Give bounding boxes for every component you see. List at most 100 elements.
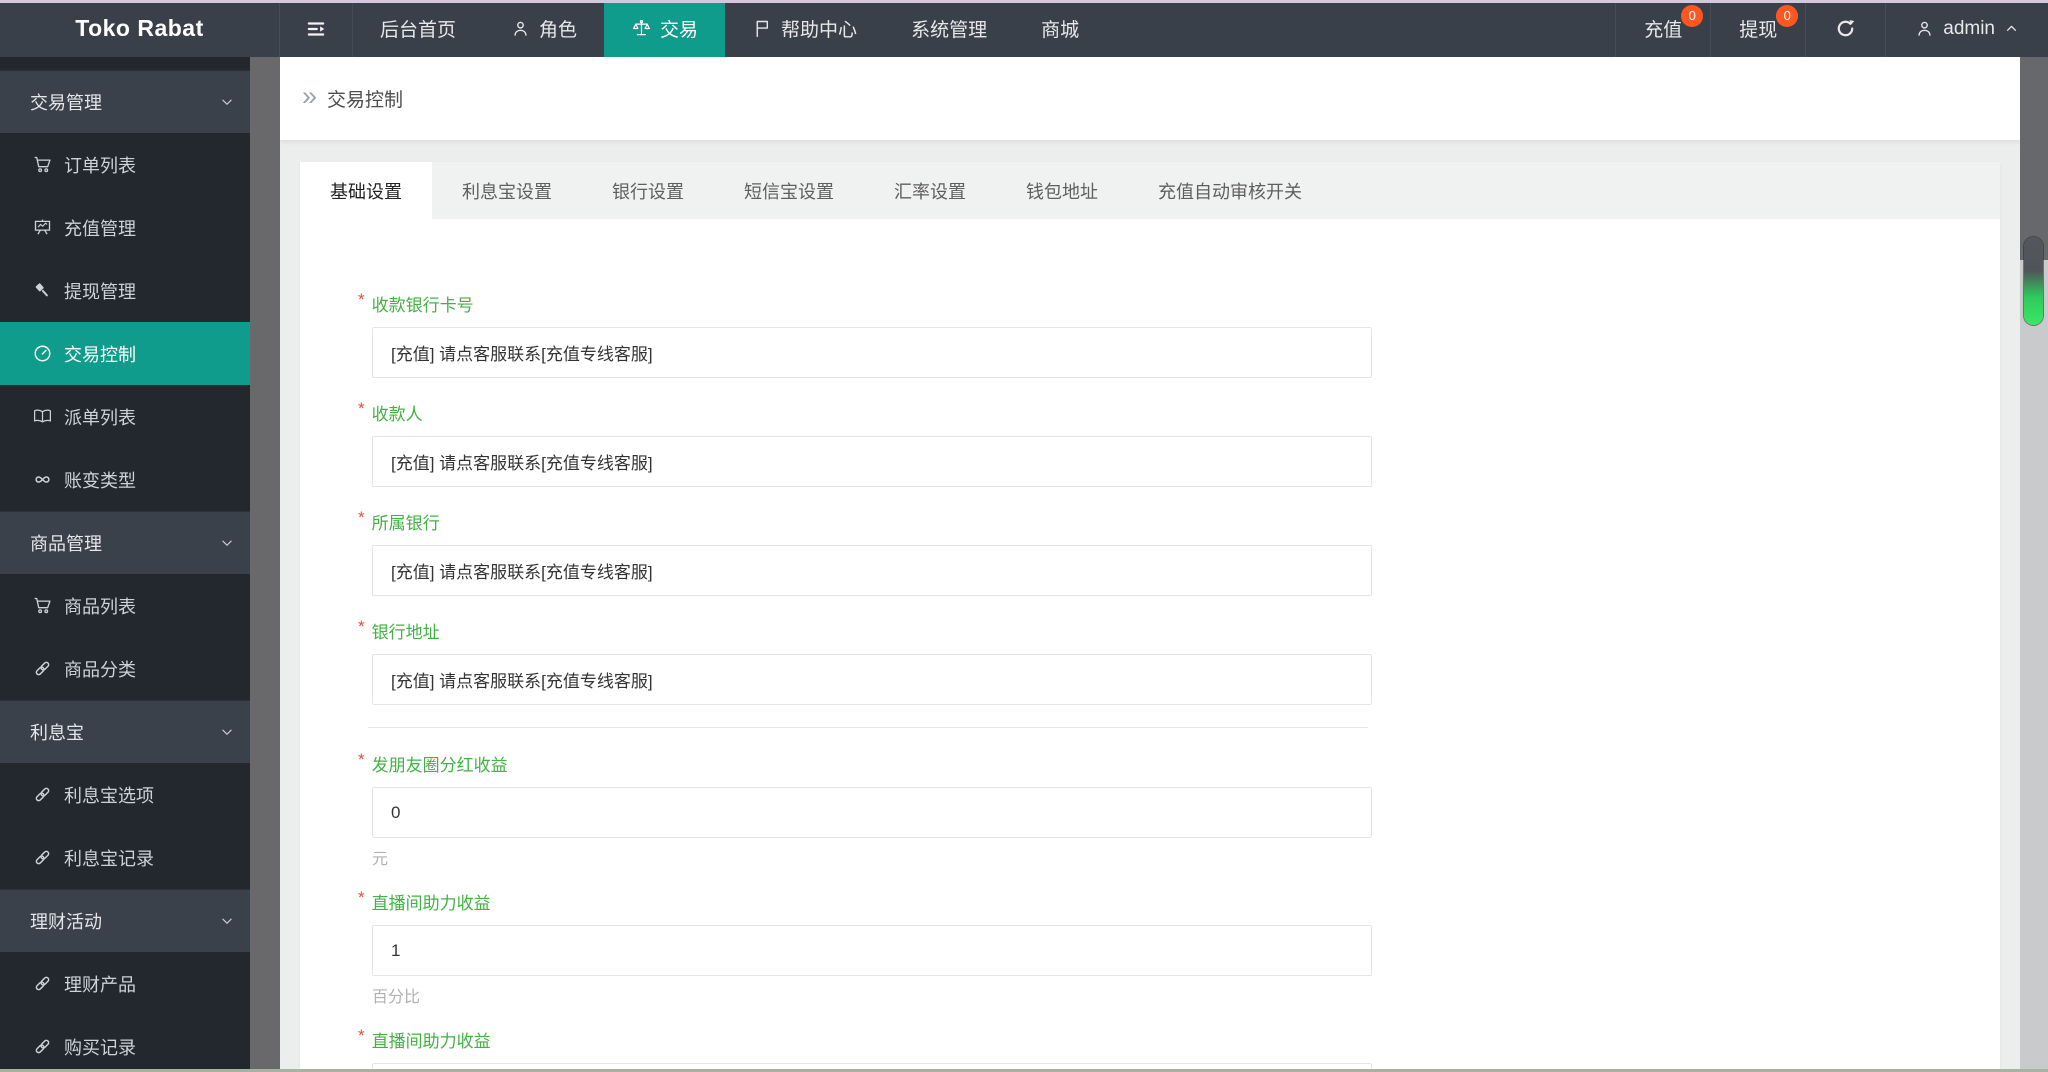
required-asterisk: * bbox=[358, 399, 365, 418]
sidebar-item-label: 订单列表 bbox=[64, 155, 136, 176]
user-icon bbox=[514, 21, 527, 36]
nav-item-roles[interactable]: 角色 bbox=[483, 0, 604, 57]
form-field-bank-address: * 银行地址 bbox=[358, 617, 2000, 705]
sidebar-item-label: 购买记录 bbox=[64, 1037, 136, 1058]
top-navbar: Toko Rabat 后台首页 角色 交易 帮助中心 系统管理 商城 充值 0 … bbox=[0, 0, 2048, 57]
sidebar-group-finance-activity[interactable]: 理财活动 bbox=[0, 889, 250, 952]
form-field-moments-dividend: * 发朋友圈分红收益 元 bbox=[358, 750, 2000, 868]
window-top-edge bbox=[0, 0, 2048, 3]
settings-tabbar: 基础设置 利息宝设置 银行设置 短信宝设置 汇率设置 钱包地址 充值自动审核开关 bbox=[300, 162, 2000, 219]
recharge-button[interactable]: 充值 0 bbox=[1615, 0, 1710, 57]
sidebar-group-label: 理财活动 bbox=[30, 912, 102, 932]
required-asterisk: * bbox=[358, 888, 365, 907]
cart-icon bbox=[34, 156, 51, 173]
field-label: * 收款人 bbox=[358, 399, 423, 424]
breadcrumb: 交易控制 bbox=[327, 90, 404, 111]
sidebar-item-recharge-manage[interactable]: 充值管理 bbox=[0, 196, 250, 259]
trade-control-card: 基础设置 利息宝设置 银行设置 短信宝设置 汇率设置 钱包地址 充值自动审核开关… bbox=[300, 162, 2000, 1072]
tab-exchange-rate-settings[interactable]: 汇率设置 bbox=[864, 162, 996, 219]
field-label: * 发朋友圈分红收益 bbox=[358, 750, 508, 775]
sidebar-scrollbar[interactable] bbox=[250, 57, 280, 1072]
sidebar-item-label: 账变类型 bbox=[64, 470, 136, 491]
withdraw-badge: 0 bbox=[1776, 5, 1799, 27]
bank-card-number-input[interactable] bbox=[372, 327, 1372, 378]
chevron-down-icon bbox=[222, 540, 232, 546]
flag-icon bbox=[756, 20, 769, 38]
payee-input[interactable] bbox=[372, 436, 1372, 487]
gauge-icon bbox=[34, 345, 51, 362]
sidebar-item-label: 商品列表 bbox=[64, 596, 136, 617]
form-field-live-boost-income-2: * 直播间助力收益 bbox=[358, 1026, 2000, 1072]
sidebar-item-finance-products[interactable]: 理财产品 bbox=[0, 952, 250, 1015]
moments-dividend-input[interactable] bbox=[372, 787, 1372, 838]
sidebar-item-dispatch-list[interactable]: 派单列表 bbox=[0, 385, 250, 448]
sidebar-item-goods-category[interactable]: 商品分类 bbox=[0, 637, 250, 700]
bank-name-input[interactable] bbox=[372, 545, 1372, 596]
sidebar-item-label: 充值管理 bbox=[64, 218, 136, 239]
tab-sms-settings[interactable]: 短信宝设置 bbox=[714, 162, 864, 219]
sidebar-group-goods-manage[interactable]: 商品管理 bbox=[0, 511, 250, 574]
nav-item-label: 交易 bbox=[660, 20, 699, 41]
nav-item-trade[interactable]: 交易 bbox=[604, 0, 726, 57]
bank-address-input[interactable] bbox=[372, 654, 1372, 705]
link-icon bbox=[35, 787, 50, 802]
user-menu[interactable]: admin bbox=[1885, 0, 2048, 57]
sidebar-group-label: 交易管理 bbox=[30, 93, 102, 113]
sidebar-toggle-button[interactable] bbox=[280, 0, 353, 57]
chevron-down-icon bbox=[222, 918, 232, 924]
page-scrollbar[interactable] bbox=[2020, 57, 2048, 1072]
tab-wallet-address[interactable]: 钱包地址 bbox=[996, 162, 1128, 219]
nav-item-help-center[interactable]: 帮助中心 bbox=[725, 0, 884, 57]
tab-bank-settings[interactable]: 银行设置 bbox=[582, 162, 714, 219]
sidebar-group-label: 商品管理 bbox=[30, 534, 102, 554]
sidebar-item-label: 提现管理 bbox=[64, 281, 136, 302]
field-label: * 收款银行卡号 bbox=[358, 290, 474, 315]
chevron-down-icon bbox=[222, 99, 232, 105]
field-label: * 所属银行 bbox=[358, 508, 440, 533]
sidebar-group-label: 利息宝 bbox=[30, 723, 84, 743]
sidebar-item-label: 理财产品 bbox=[64, 974, 136, 995]
refresh-icon bbox=[1837, 20, 1855, 37]
basic-settings-form: * 收款银行卡号 * 收款人 * 所属银行 bbox=[300, 219, 2000, 1072]
tab-label: 短信宝设置 bbox=[744, 181, 834, 202]
main-menu: 后台首页 角色 交易 帮助中心 系统管理 商城 bbox=[353, 0, 1106, 57]
main-content: » 交易控制 基础设置 利息宝设置 银行设置 短信宝设置 汇率设置 钱包地址 充… bbox=[280, 57, 2020, 1072]
nav-item-label: 系统管理 bbox=[911, 20, 988, 41]
form-field-payee: * 收款人 bbox=[358, 399, 2000, 487]
recharge-badge: 0 bbox=[1681, 5, 1704, 27]
required-asterisk: * bbox=[358, 750, 365, 769]
sidebar-item-withdraw-manage[interactable]: 提现管理 bbox=[0, 259, 250, 322]
sidebar: 交易管理 订单列表 充值管理 提现管理 交易控制 派单列表 账变类型 商品管理 … bbox=[0, 57, 250, 1072]
chevron-up-icon bbox=[2006, 25, 2017, 31]
sidebar-group-trade-manage[interactable]: 交易管理 bbox=[0, 70, 250, 133]
nav-item-label: 后台首页 bbox=[380, 20, 457, 41]
tab-auto-audit-switch[interactable]: 充值自动审核开关 bbox=[1128, 162, 1332, 219]
sidebar-item-purchase-records[interactable]: 购买记录 bbox=[0, 1015, 250, 1072]
user-icon bbox=[1918, 21, 1931, 36]
sidebar-item-goods-list[interactable]: 商品列表 bbox=[0, 574, 250, 637]
sidebar-item-order-list[interactable]: 订单列表 bbox=[0, 133, 250, 196]
refresh-button[interactable] bbox=[1805, 0, 1885, 57]
scrollbar-thumb[interactable] bbox=[2024, 237, 2043, 325]
scales-icon bbox=[633, 20, 650, 36]
page-header: » 交易控制 bbox=[280, 57, 2020, 140]
brand-logo: Toko Rabat bbox=[0, 0, 280, 57]
withdraw-button[interactable]: 提现 0 bbox=[1710, 0, 1805, 57]
sidebar-item-trade-control[interactable]: 交易控制 bbox=[0, 322, 250, 385]
sidebar-group-interest-treasure[interactable]: 利息宝 bbox=[0, 700, 250, 763]
required-asterisk: * bbox=[358, 290, 365, 309]
chart-board-icon bbox=[34, 219, 51, 235]
sidebar-item-account-change-type[interactable]: 账变类型 bbox=[0, 448, 250, 511]
nav-item-system-manage[interactable]: 系统管理 bbox=[884, 0, 1014, 57]
nav-item-mall[interactable]: 商城 bbox=[1014, 0, 1106, 57]
nav-item-dashboard[interactable]: 后台首页 bbox=[353, 0, 483, 57]
sidebar-item-interest-records[interactable]: 利息宝记录 bbox=[0, 826, 250, 889]
form-divider bbox=[368, 727, 1368, 728]
link-icon bbox=[35, 850, 50, 865]
tab-basic-settings[interactable]: 基础设置 bbox=[300, 162, 432, 219]
sidebar-item-interest-options[interactable]: 利息宝选项 bbox=[0, 763, 250, 826]
live-boost-income-input[interactable] bbox=[372, 925, 1372, 976]
menu-toggle-icon bbox=[307, 21, 325, 36]
tab-label: 汇率设置 bbox=[894, 181, 966, 202]
tab-interest-settings[interactable]: 利息宝设置 bbox=[432, 162, 582, 219]
